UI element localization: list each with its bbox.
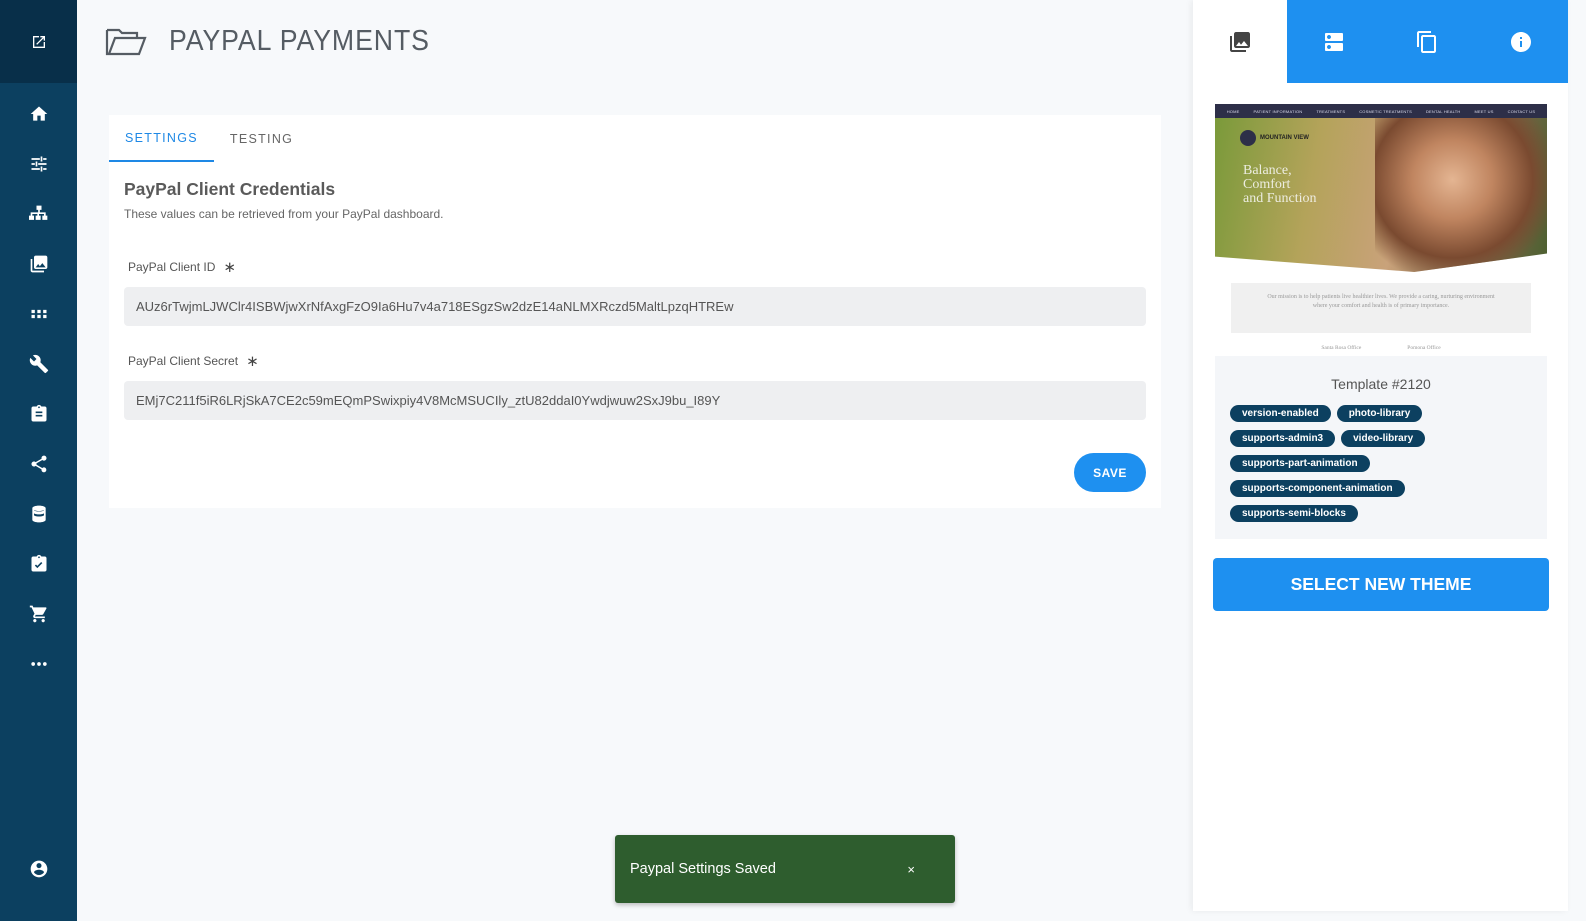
close-icon[interactable]: × (907, 862, 915, 877)
preview-nav-item: HOME (1226, 108, 1240, 114)
sidebar-item-settings[interactable] (0, 149, 77, 179)
preview-tagline: Balance, Comfort and Function (1243, 164, 1317, 206)
sidebar-item-database[interactable] (0, 499, 77, 529)
tag-badge: photo-library (1336, 405, 1423, 422)
settings-card: SETTINGS TESTING PayPal Client Credentia… (109, 115, 1161, 508)
template-tags: version-enabled photo-library supports-a… (1230, 405, 1540, 530)
wrench-icon (29, 354, 48, 374)
database-icon (31, 505, 46, 523)
theme-preview[interactable]: HOME PATIENT INFORMATION TREATMENTS COSM… (1215, 104, 1547, 356)
panel-tab-info[interactable] (1474, 0, 1568, 83)
save-button[interactable]: SAVE (1074, 453, 1146, 492)
sitemap-icon (28, 205, 47, 220)
tag-badge: supports-admin3 (1230, 430, 1336, 447)
preview-nav-item: MEET US (1474, 108, 1494, 114)
required-mark: ∗ (246, 353, 259, 370)
section-title: PayPal Client Credentials (124, 179, 336, 199)
share-icon (31, 455, 46, 473)
sidebar-item-sitemap[interactable] (0, 199, 77, 229)
more-icon (30, 662, 47, 666)
clipboard-list-icon (31, 554, 46, 572)
theme-panel: HOME PATIENT INFORMATION TREATMENTS COSM… (1193, 0, 1568, 911)
client-id-input[interactable] (124, 287, 1146, 326)
left-sidebar (0, 0, 77, 921)
tag-badge: supports-semi-blocks (1230, 505, 1358, 522)
sidebar-item-apps[interactable] (0, 299, 77, 329)
preview-mission: Our mission is to help patients live hea… (1231, 283, 1531, 333)
folder-open-icon (105, 28, 147, 56)
template-info: Template #2120 version-enabled photo-lib… (1215, 356, 1547, 539)
mountain-logo-icon (1240, 130, 1256, 146)
preview-office: Pomona Office (1407, 345, 1441, 351)
panel-tab-copy[interactable] (1380, 0, 1475, 83)
tag-badge: supports-component-animation (1230, 480, 1405, 497)
select-new-theme-button[interactable]: SELECT NEW THEME (1213, 558, 1549, 611)
client-secret-input[interactable] (124, 381, 1146, 420)
cart-icon (29, 605, 46, 623)
clipboard-icon (31, 404, 46, 422)
preview-logo-text: MOUNTAIN VIEW (1260, 135, 1309, 141)
preview-tagline-line: Balance, (1243, 163, 1292, 178)
server-icon (1324, 32, 1343, 51)
client-secret-label: PayPal Client Secret ∗ (128, 352, 259, 370)
sidebar-item-tools[interactable] (0, 349, 77, 379)
home-icon (30, 106, 47, 121)
client-id-label: PayPal Client ID ∗ (128, 258, 236, 276)
sidebar-item-share[interactable] (0, 449, 77, 479)
client-id-label-text: PayPal Client ID (128, 260, 216, 274)
images-icon (30, 255, 47, 273)
panel-tab-bar (1193, 0, 1568, 83)
sidebar-item-media[interactable] (0, 249, 77, 279)
external-link-button[interactable] (0, 0, 77, 83)
preview-nav-item: DENTAL HEALTH (1425, 108, 1461, 114)
preview-nav-item: CONTACT US (1507, 108, 1536, 114)
required-mark: ∗ (223, 259, 236, 276)
page-title: PAYPAL PAYMENTS (169, 24, 430, 57)
sidebar-item-tasks[interactable] (0, 549, 77, 579)
preview-hero-image: MOUNTAIN VIEW Balance, Comfort and Funct… (1215, 118, 1547, 272)
tab-testing[interactable]: TESTING (214, 115, 309, 162)
tag-badge: supports-part-animation (1230, 455, 1370, 472)
client-secret-label-text: PayPal Client Secret (128, 354, 239, 368)
preview-office: Santa Rosa Office (1321, 345, 1362, 351)
tab-bar: SETTINGS TESTING (109, 115, 309, 162)
images-icon (1229, 31, 1250, 52)
apps-grid-icon (31, 309, 46, 319)
sidebar-item-home[interactable] (0, 99, 77, 129)
panel-tab-server[interactable] (1286, 0, 1381, 83)
snackbar-message: Paypal Settings Saved (630, 861, 776, 877)
preview-tagline-line: Comfort (1243, 177, 1291, 192)
page-header: PAYPAL PAYMENTS (105, 20, 453, 62)
snackbar: Paypal Settings Saved × (615, 835, 955, 903)
external-link-icon (32, 35, 45, 48)
panel-tab-themes[interactable] (1193, 0, 1287, 83)
account-icon (30, 860, 47, 878)
copy-icon (1417, 30, 1437, 53)
sidebar-item-more[interactable] (0, 649, 77, 679)
preview-hero-photo (1375, 118, 1547, 272)
preview-nav: HOME PATIENT INFORMATION TREATMENTS COSM… (1215, 104, 1547, 118)
sidebar-item-clipboard[interactable] (0, 399, 77, 429)
preview-nav-item: COSMETIC TREATMENTS (1359, 108, 1412, 114)
sliders-icon (31, 156, 46, 172)
section-description: These values can be retrieved from your … (124, 207, 444, 221)
tag-badge: video-library (1341, 430, 1426, 447)
tab-settings[interactable]: SETTINGS (109, 115, 214, 162)
template-name: Template #2120 (1331, 376, 1431, 392)
preview-nav-item: TREATMENTS (1316, 108, 1346, 114)
preview-nav-item: PATIENT INFORMATION (1253, 108, 1303, 114)
preview-logo: MOUNTAIN VIEW (1240, 130, 1309, 146)
tag-badge: version-enabled (1230, 405, 1331, 422)
sidebar-item-store[interactable] (0, 599, 77, 629)
preview-offices: Santa Rosa Office Pomona Office (1215, 345, 1547, 351)
sidebar-item-account[interactable] (0, 854, 77, 884)
preview-tagline-line: and Function (1243, 191, 1317, 206)
info-icon (1511, 31, 1532, 52)
